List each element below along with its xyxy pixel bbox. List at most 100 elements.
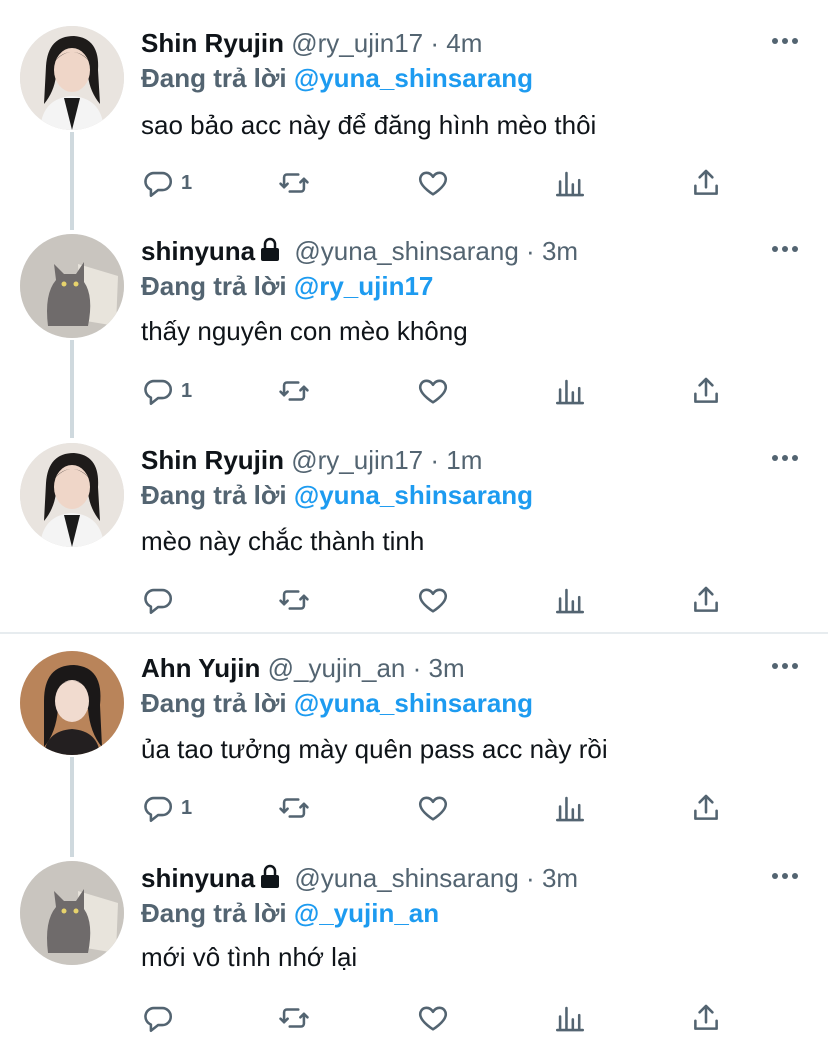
- share-icon: [694, 169, 718, 195]
- reply-count: 1: [181, 796, 193, 819]
- analytics-button[interactable]: [553, 374, 587, 408]
- share-icon: [694, 586, 718, 612]
- reply-prefix: Đang trả lời: [141, 898, 287, 928]
- thread-divider: [0, 632, 828, 634]
- thread-line: [70, 132, 74, 230]
- retweet-icon: [279, 590, 309, 610]
- reply-count: 1: [181, 171, 193, 194]
- reply-target-link[interactable]: @yuna_shinsarang: [294, 688, 533, 718]
- reply-prefix: Đang trả lời: [141, 63, 287, 93]
- display-name[interactable]: Ahn Yujin: [141, 653, 260, 683]
- reply-button[interactable]: [141, 1001, 175, 1035]
- like-button[interactable]: [416, 166, 450, 200]
- more-icon[interactable]: [772, 873, 798, 883]
- cat-avatar: [20, 861, 124, 965]
- reply-icon: [144, 796, 172, 823]
- reply-prefix: Đang trả lời: [141, 480, 287, 510]
- like-button[interactable]: [416, 1001, 450, 1035]
- retweet-button[interactable]: [277, 1001, 311, 1035]
- share-icon: [694, 1004, 718, 1030]
- retweet-button[interactable]: [277, 374, 311, 408]
- tweet-actions: 1: [141, 791, 741, 825]
- lock-icon: [261, 864, 280, 888]
- avatar[interactable]: [20, 234, 124, 338]
- display-name[interactable]: shinyuna: [141, 863, 255, 893]
- analytics-button[interactable]: [553, 583, 587, 617]
- more-icon[interactable]: [772, 246, 798, 256]
- tweet-actions: 1: [141, 374, 741, 408]
- avatar[interactable]: [20, 443, 124, 547]
- more-icon[interactable]: [772, 663, 798, 673]
- reply-icon: [144, 1006, 172, 1033]
- tweet-text: thấy nguyên con mèo không: [141, 316, 468, 346]
- user-handle[interactable]: @yuna_shinsarang: [294, 863, 518, 893]
- share-button[interactable]: [689, 791, 723, 825]
- share-button[interactable]: [689, 583, 723, 617]
- analytics-icon: [555, 171, 585, 197]
- tweet-header: Ahn Yujin @_yujin_an · 3m: [141, 651, 465, 685]
- user-handle[interactable]: @ry_ujin17: [291, 445, 423, 475]
- more-icon[interactable]: [772, 455, 798, 465]
- like-button[interactable]: [416, 791, 450, 825]
- share-button[interactable]: [689, 166, 723, 200]
- user-handle[interactable]: @_yujin_an: [268, 653, 406, 683]
- like-icon: [418, 379, 448, 404]
- avatar[interactable]: [20, 26, 124, 130]
- reply-button[interactable]: 1: [141, 374, 192, 408]
- tweet-actions: [141, 1001, 741, 1035]
- timestamp[interactable]: 1m: [446, 445, 482, 475]
- analytics-button[interactable]: [553, 1001, 587, 1035]
- avatar[interactable]: [20, 651, 124, 755]
- display-name[interactable]: Shin Ryujin: [141, 28, 284, 58]
- reply-icon: [144, 588, 172, 615]
- avatar[interactable]: [20, 861, 124, 965]
- display-name[interactable]: shinyuna: [141, 236, 255, 266]
- separator: ·: [430, 445, 440, 475]
- reply-target-link[interactable]: @yuna_shinsarang: [294, 63, 533, 93]
- tweet-header: Shin Ryujin @ry_ujin17 · 1m: [141, 443, 482, 477]
- share-icon: [694, 377, 718, 403]
- timestamp[interactable]: 3m: [429, 653, 465, 683]
- reply-button[interactable]: [141, 583, 175, 617]
- like-icon: [418, 171, 448, 196]
- timestamp[interactable]: 3m: [542, 236, 578, 266]
- replying-to: Đang trả lời @yuna_shinsarang: [141, 479, 533, 511]
- reply-count: 1: [181, 379, 193, 402]
- timestamp[interactable]: 4m: [446, 28, 482, 58]
- separator: ·: [526, 863, 535, 893]
- reply-icon: [144, 379, 172, 406]
- reply-target-link[interactable]: @_yujin_an: [294, 898, 439, 928]
- tweet-header: shinyuna @yuna_shinsarang · 3m: [141, 234, 578, 268]
- display-name[interactable]: Shin Ryujin: [141, 445, 284, 475]
- cat-avatar: [20, 234, 124, 338]
- like-icon: [418, 1006, 448, 1031]
- more-icon[interactable]: [772, 38, 798, 48]
- separator: ·: [526, 236, 535, 266]
- reply-target-link[interactable]: @yuna_shinsarang: [294, 480, 533, 510]
- tweet-text: mới vô tình nhớ lại: [141, 942, 358, 972]
- like-button[interactable]: [416, 374, 450, 408]
- retweet-button[interactable]: [277, 166, 311, 200]
- retweet-button[interactable]: [277, 583, 311, 617]
- like-button[interactable]: [416, 583, 450, 617]
- analytics-button[interactable]: [553, 166, 587, 200]
- user-handle[interactable]: @yuna_shinsarang: [294, 236, 518, 266]
- replying-to: Đang trả lời @ry_ujin17: [141, 270, 433, 302]
- reply-button[interactable]: 1: [141, 166, 192, 200]
- tweet-actions: 1: [141, 166, 741, 200]
- thread-line: [70, 757, 74, 857]
- reply-prefix: Đang trả lời: [141, 271, 287, 301]
- reply-icon: [144, 171, 172, 198]
- reply-prefix: Đang trả lời: [141, 688, 287, 718]
- share-button[interactable]: [689, 374, 723, 408]
- share-button[interactable]: [689, 1001, 723, 1035]
- reply-button[interactable]: 1: [141, 791, 192, 825]
- user-handle[interactable]: @ry_ujin17: [291, 28, 423, 58]
- reply-target-link[interactable]: @ry_ujin17: [294, 271, 434, 301]
- like-icon: [418, 588, 448, 613]
- timestamp[interactable]: 3m: [542, 863, 578, 893]
- replying-to: Đang trả lời @yuna_shinsarang: [141, 687, 533, 719]
- retweet-button[interactable]: [277, 791, 311, 825]
- retweet-icon: [279, 173, 309, 193]
- analytics-button[interactable]: [553, 791, 587, 825]
